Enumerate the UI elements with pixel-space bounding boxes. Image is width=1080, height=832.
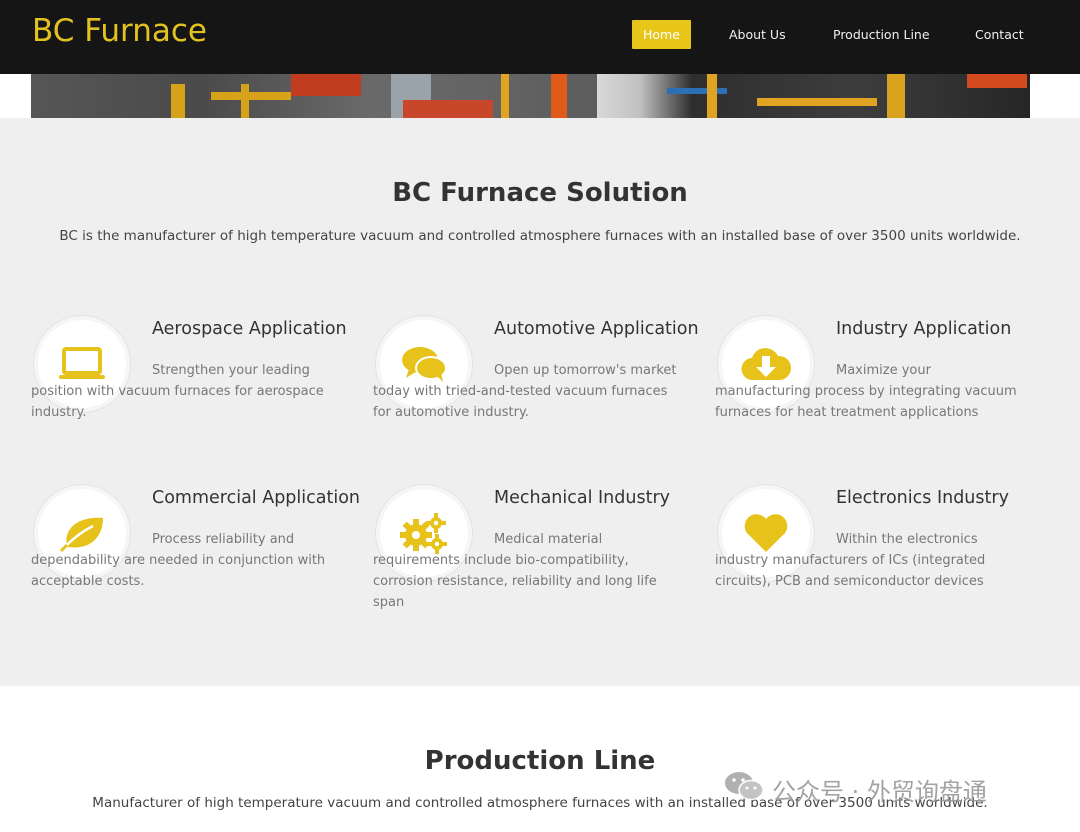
navbar: BC Furnace Home About Us Production Line…	[0, 0, 1080, 74]
feature-text: Strengthen your leading position with va…	[31, 363, 324, 420]
feature-title: Electronics Industry	[836, 488, 1009, 508]
feature-commercial: Commercial Application Process reliabili…	[31, 485, 361, 625]
feature-industry: Industry Application Maximize your manuf…	[715, 316, 1045, 456]
watermark: 公众号 · 外贸询盘通	[724, 772, 987, 806]
brand-logo[interactable]: BC Furnace	[32, 13, 207, 49]
feature-electronics: Electronics Industry Within the electron…	[715, 485, 1045, 625]
feature-text: Maximize your manufacturing process by i…	[715, 363, 1017, 420]
nav-about-us[interactable]: About Us	[729, 20, 786, 49]
solution-title: BC Furnace Solution	[392, 178, 688, 208]
solution-section: BC Furnace Solution BC is the manufactur…	[0, 118, 1080, 686]
feature-text: Process reliability and dependability ar…	[31, 532, 326, 589]
feature-title: Industry Application	[836, 319, 1012, 339]
feature-title: Aerospace Application	[152, 319, 347, 339]
feature-text: Medical material requirements include bi…	[373, 532, 657, 610]
nav-home[interactable]: Home	[632, 20, 691, 49]
hero-banner-image	[31, 74, 1030, 118]
nav-contact[interactable]: Contact	[975, 20, 1024, 49]
nav-production-line[interactable]: Production Line	[833, 20, 930, 49]
hero-panel-right	[597, 74, 1030, 118]
solution-description: BC is the manufacturer of high temperatu…	[59, 228, 1021, 244]
wechat-icon	[724, 770, 764, 808]
feature-automotive: Automotive Application Open up tomorrow'…	[373, 316, 703, 456]
feature-title: Mechanical Industry	[494, 488, 671, 508]
feature-title: Automotive Application	[494, 319, 699, 339]
feature-text: Within the electronics industry manufact…	[715, 532, 986, 589]
feature-aerospace: Aerospace Application Strengthen your le…	[31, 316, 361, 456]
feature-title: Commercial Application	[152, 488, 361, 508]
feature-mechanical: Mechanical Industry Medical material req…	[373, 485, 703, 625]
watermark-text: 公众号 · 外贸询盘通	[772, 777, 987, 806]
feature-text: Open up tomorrow's market today with tri…	[373, 363, 677, 420]
hero-panel-left	[31, 74, 597, 118]
